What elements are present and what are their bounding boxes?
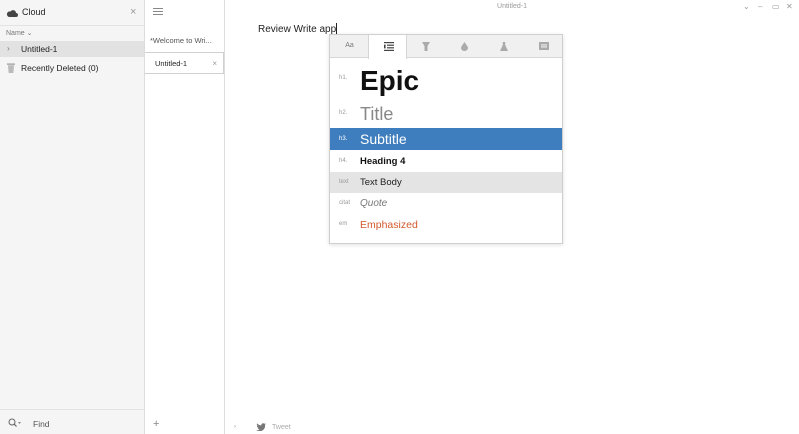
sidebar-header: Cloud × xyxy=(0,0,144,26)
style-tag: em xyxy=(339,221,348,227)
minimize-icon[interactable]: – xyxy=(758,2,762,11)
ink-drop-icon xyxy=(461,42,468,51)
sidebar-item-untitled-1[interactable]: › Untitled-1 xyxy=(0,41,144,57)
window-title: Untitled-1 xyxy=(497,3,527,10)
tab-highlighter[interactable] xyxy=(407,35,446,58)
document-list: *Welcome to Wri... Untitled-1 × + xyxy=(145,0,225,434)
style-row-emphasized[interactable]: em Emphasized xyxy=(330,214,562,236)
doc-item-label: Untitled-1 xyxy=(155,59,188,68)
style-tag: h2. xyxy=(339,110,348,116)
name-column-header[interactable]: Name ⌄ xyxy=(6,29,32,37)
sidebar-footer xyxy=(0,409,144,434)
style-tag: h4. xyxy=(339,158,348,164)
doc-item-label: *Welcome to Wri... xyxy=(150,36,212,45)
style-row-epic[interactable]: h1. Epic xyxy=(330,62,562,98)
style-row-text-body[interactable]: text Text Body xyxy=(330,172,562,193)
paragraph-styles-icon xyxy=(384,42,394,51)
find-input[interactable] xyxy=(33,418,133,430)
style-name: Subtitle xyxy=(360,131,407,147)
style-name: Title xyxy=(360,104,394,124)
window-close-icon[interactable]: ✕ xyxy=(786,2,793,11)
window-dropdown-icon[interactable]: ⌄ xyxy=(743,2,750,11)
style-name: Text Body xyxy=(360,177,402,188)
doc-item-untitled-1[interactable]: Untitled-1 × xyxy=(145,52,224,74)
trash-icon xyxy=(7,63,15,73)
document-body[interactable]: Review Write app xyxy=(258,23,338,35)
tweet-button[interactable]: Tweet xyxy=(272,424,291,431)
style-tag: text xyxy=(339,179,349,185)
tab-flask[interactable] xyxy=(485,35,524,58)
style-name: Emphasized xyxy=(360,219,418,231)
add-document-icon[interactable]: + xyxy=(153,418,159,430)
sidebar-item-label: Recently Deleted (0) xyxy=(21,63,99,73)
document-text: Review Write app xyxy=(258,24,337,35)
menu-icon[interactable] xyxy=(153,8,163,16)
doc-item-welcome[interactable]: *Welcome to Wri... xyxy=(145,30,224,52)
style-row-subtitle[interactable]: h3. Subtitle xyxy=(330,128,562,150)
style-name: Epic xyxy=(360,65,420,96)
style-row-title[interactable]: h2. Title xyxy=(330,101,562,127)
text-caret xyxy=(336,23,338,34)
card-icon xyxy=(539,42,549,50)
chevron-right-icon[interactable]: › xyxy=(7,44,10,53)
flask-icon xyxy=(500,42,508,51)
expand-arrow-icon[interactable]: › xyxy=(234,424,236,430)
style-tag: h3. xyxy=(339,136,348,142)
style-row-heading-4[interactable]: h4. Heading 4 xyxy=(330,151,562,172)
tab-font-label: Aa xyxy=(345,42,354,49)
style-name: Heading 4 xyxy=(360,156,406,167)
cloud-icon xyxy=(6,10,18,17)
popup-tabs: Aa xyxy=(330,35,563,59)
style-row-quote[interactable]: citat Quote xyxy=(330,193,562,214)
sidebar-item-recently-deleted[interactable]: Recently Deleted (0) xyxy=(0,60,144,76)
sidebar-title: Cloud xyxy=(22,7,46,17)
style-tag: h1. xyxy=(339,75,348,81)
tab-card[interactable] xyxy=(524,35,563,58)
style-popup: Aa h1. Epic h2. Title h3. Subtitle h4. H… xyxy=(329,34,563,244)
tab-font[interactable]: Aa xyxy=(330,35,369,58)
sidebar: Cloud × Name ⌄ › Untitled-1 Recently Del… xyxy=(0,0,145,434)
sidebar-item-label: Untitled-1 xyxy=(21,44,58,54)
tab-paragraph-styles[interactable] xyxy=(368,35,407,59)
write-app-window: Cloud × Name ⌄ › Untitled-1 Recently Del… xyxy=(0,0,799,434)
maximize-icon[interactable]: ▭ xyxy=(772,2,780,11)
tab-ink-drop[interactable] xyxy=(446,35,485,58)
twitter-bird-icon[interactable] xyxy=(256,423,266,431)
style-name: Quote xyxy=(360,198,388,209)
style-tag: citat xyxy=(339,200,351,206)
search-icon[interactable] xyxy=(8,418,22,428)
highlighter-icon xyxy=(422,42,430,51)
close-icon[interactable]: × xyxy=(130,6,136,18)
close-doc-icon[interactable]: × xyxy=(212,59,217,68)
